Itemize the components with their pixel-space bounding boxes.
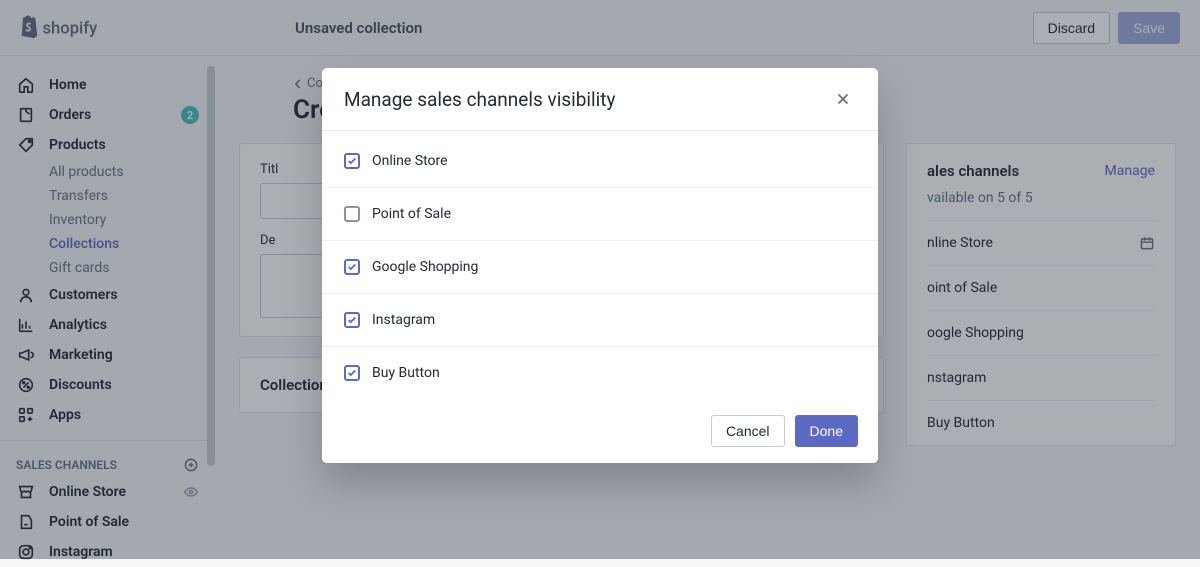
channel-option-buy-button[interactable]: Buy Button bbox=[322, 347, 878, 399]
checkbox-icon bbox=[344, 153, 360, 169]
checkbox-icon bbox=[344, 259, 360, 275]
checkbox-icon bbox=[344, 365, 360, 381]
close-button[interactable] bbox=[830, 86, 856, 112]
cancel-button[interactable]: Cancel bbox=[711, 415, 785, 447]
option-label: Instagram bbox=[372, 312, 435, 328]
modal-overlay[interactable]: Manage sales channels visibility Online … bbox=[0, 0, 1200, 559]
done-button[interactable]: Done bbox=[795, 415, 858, 447]
option-label: Buy Button bbox=[372, 365, 440, 381]
modal-body: Online Store Point of Sale Google Shoppi… bbox=[322, 131, 878, 399]
option-label: Online Store bbox=[372, 153, 448, 169]
channel-option-online-store[interactable]: Online Store bbox=[322, 131, 878, 188]
checkbox-icon bbox=[344, 312, 360, 328]
channel-option-google-shopping[interactable]: Google Shopping bbox=[322, 241, 878, 294]
checkbox-icon bbox=[344, 206, 360, 222]
option-label: Point of Sale bbox=[372, 206, 451, 222]
modal-title: Manage sales channels visibility bbox=[344, 88, 616, 111]
manage-channels-modal: Manage sales channels visibility Online … bbox=[322, 68, 878, 463]
channel-option-instagram[interactable]: Instagram bbox=[322, 294, 878, 347]
option-label: Google Shopping bbox=[372, 259, 478, 275]
channel-option-pos[interactable]: Point of Sale bbox=[322, 188, 878, 241]
close-icon bbox=[834, 90, 852, 108]
